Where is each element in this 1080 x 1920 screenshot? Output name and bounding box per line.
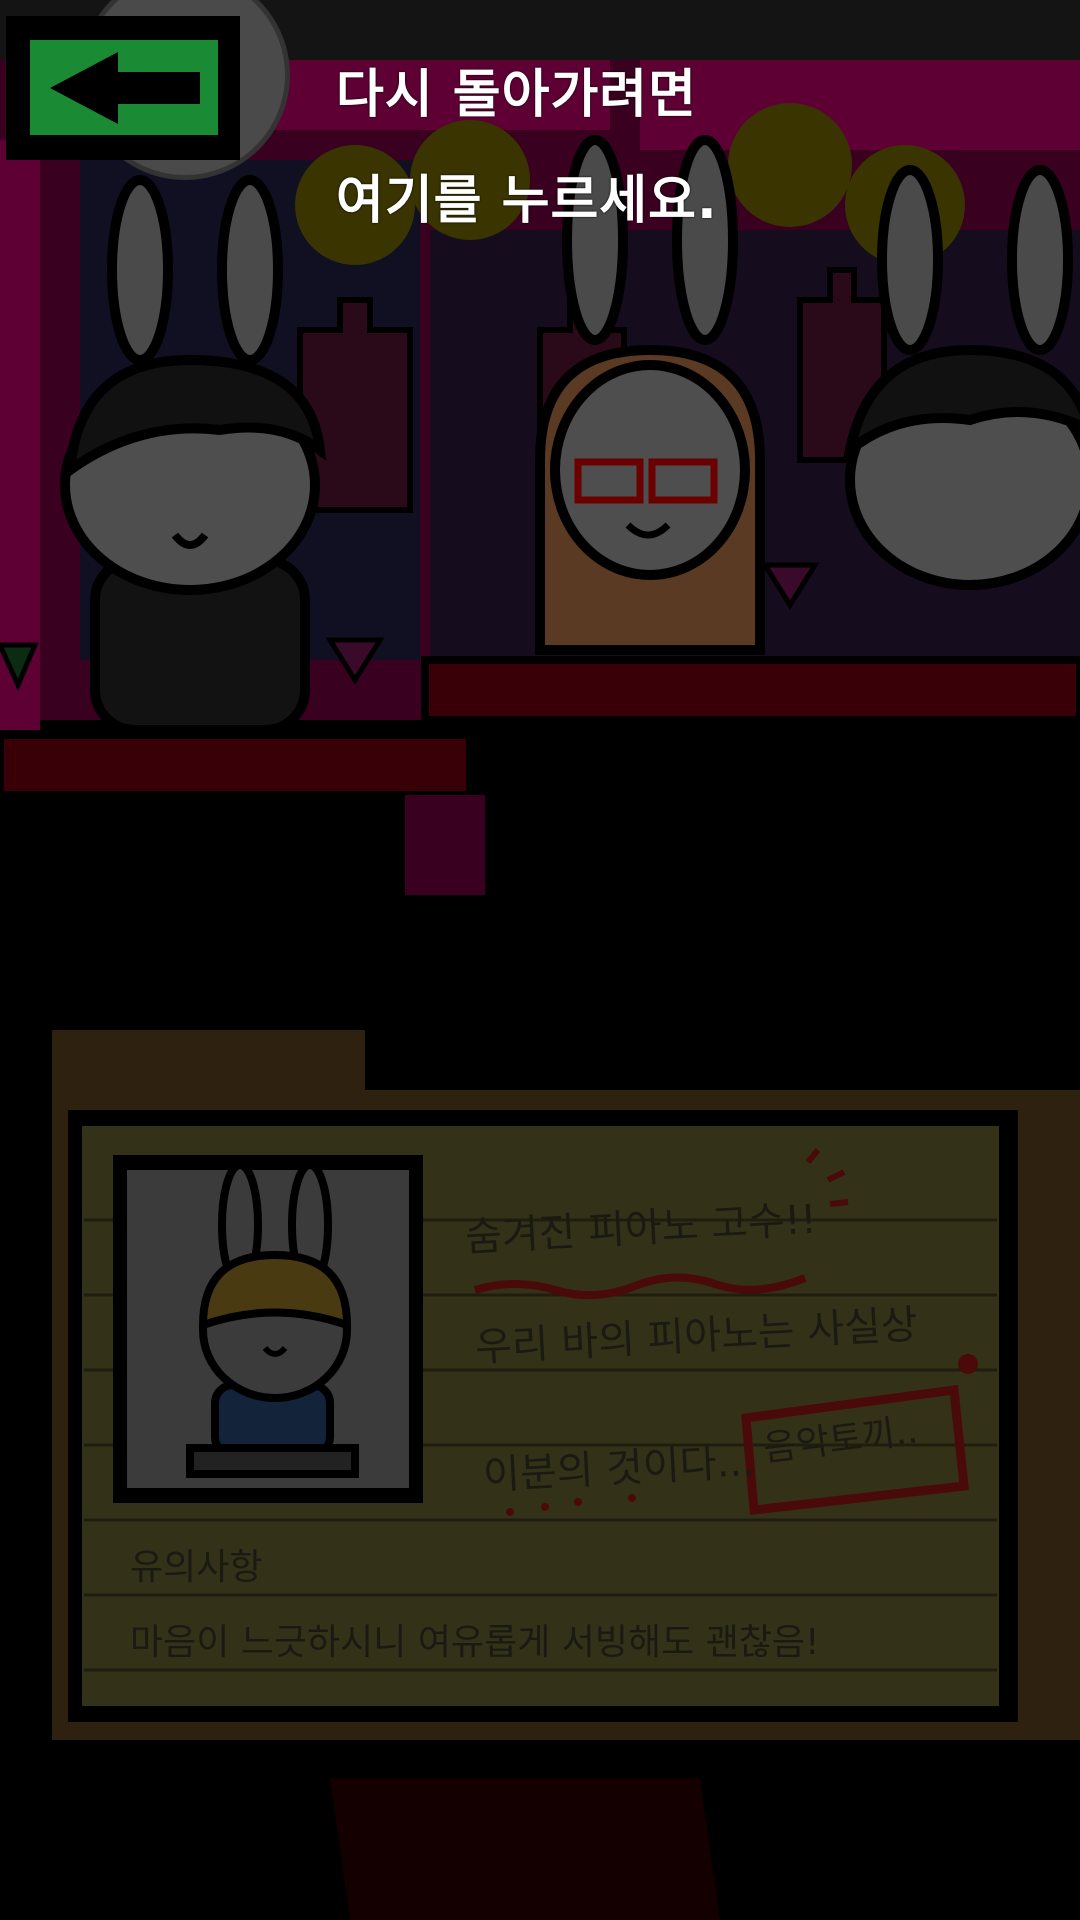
arrow-left-icon	[6, 0, 285, 175]
back-hint-line2: 여기를 누르세요.	[336, 171, 718, 231]
card-note-label: 유의사항	[130, 1547, 263, 1588]
card-note-text: 마음이 느긋하시니 여유롭게 서빙해도 괜찮음!	[130, 1622, 820, 1663]
back-button[interactable]	[0, 0, 290, 190]
back-hint-line1: 다시 돌아가려면	[336, 65, 697, 125]
game-screen: 숨겨진 피아노 고수!! 우리 바의 피아노는 사실상 이분의 것이다... 음…	[0, 0, 1080, 1920]
